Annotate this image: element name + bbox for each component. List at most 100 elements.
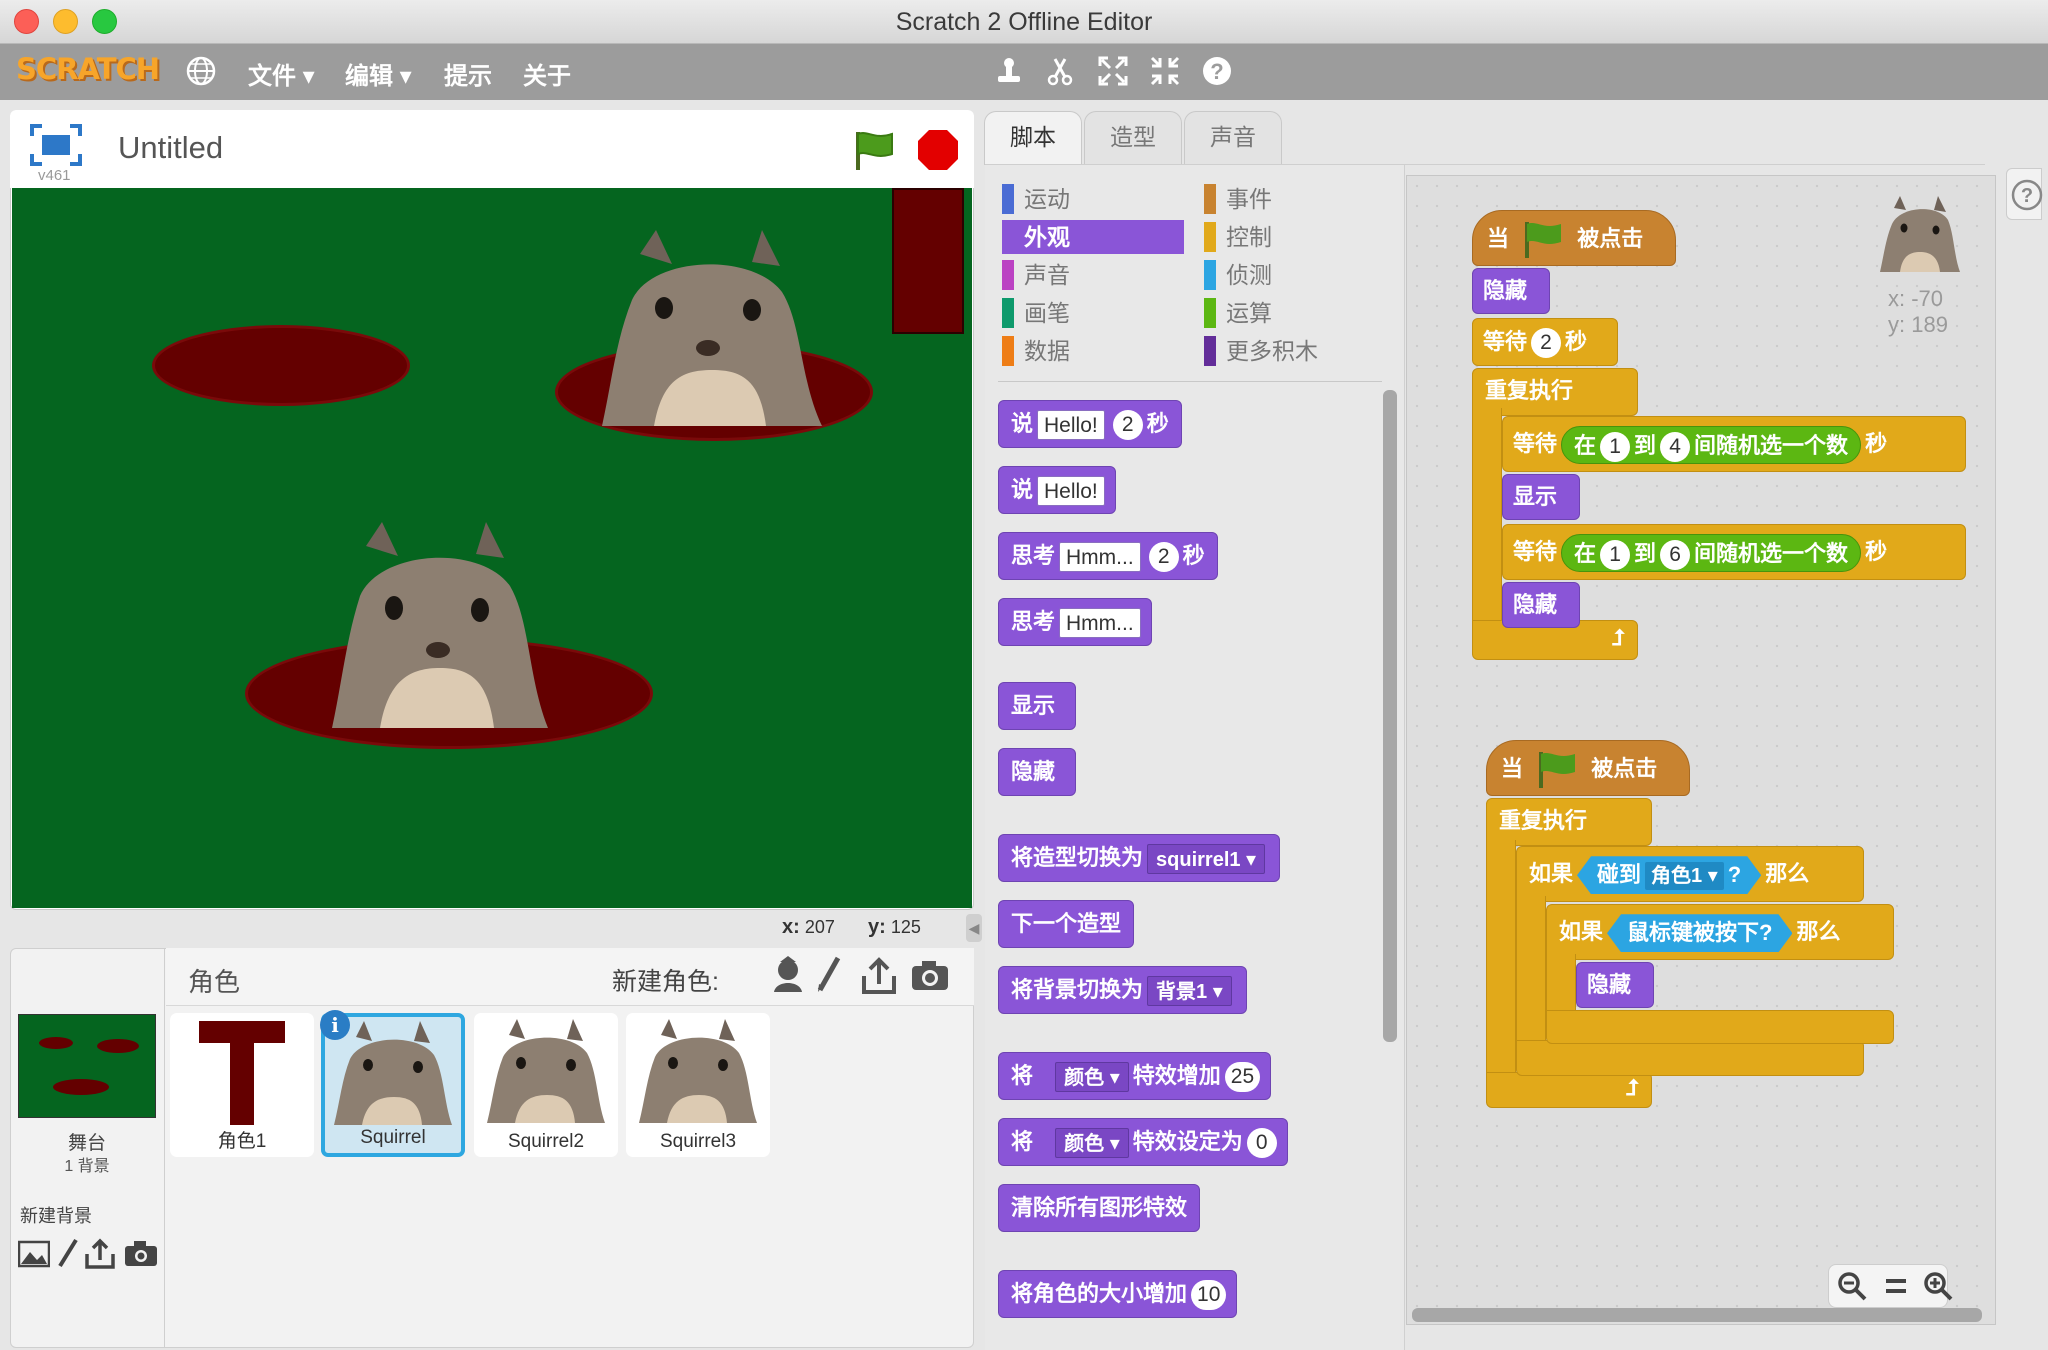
number-input[interactable]: 2: [1148, 542, 1179, 573]
hat-when-flag-clicked[interactable]: 当 被点击: [1486, 740, 1690, 796]
squirrel-sprite[interactable]: [602, 230, 822, 426]
script-horizontal-scrollbar[interactable]: [1412, 1308, 1982, 1322]
tab-costumes[interactable]: 造型: [1084, 111, 1182, 165]
green-flag-icon[interactable]: [852, 128, 896, 172]
block-change-effect[interactable]: 将 颜色 ▾ 特效增加 25: [998, 1052, 1272, 1100]
touching-sensor[interactable]: 碰到 角色1 ▾?: [1577, 856, 1761, 894]
block-show[interactable]: 显示: [1502, 474, 1580, 520]
category-pen[interactable]: 画笔: [1002, 296, 1182, 330]
duplicate-stamp-icon[interactable]: [992, 54, 1026, 88]
text-input[interactable]: Hello!: [1037, 476, 1105, 507]
upload-sprite-icon[interactable]: [860, 956, 898, 996]
shrink-icon[interactable]: [1148, 54, 1182, 88]
number-input[interactable]: 2: [1531, 328, 1562, 359]
menu-about[interactable]: 关于: [523, 56, 571, 91]
text-input[interactable]: Hmm...: [1059, 608, 1141, 639]
block-if-mouse-down[interactable]: 如果 鼠标键被按下? 那么: [1546, 904, 1894, 960]
menu-edit[interactable]: 编辑 ▾: [345, 56, 412, 91]
paint-backdrop-icon[interactable]: [56, 1238, 80, 1270]
category-events[interactable]: 事件: [1204, 182, 1384, 216]
squirrel2-sprite[interactable]: [332, 522, 548, 728]
presentation-mode-icon[interactable]: [30, 124, 82, 166]
help-question-icon[interactable]: ?: [2006, 168, 2043, 220]
block-if-touching[interactable]: 如果 碰到 角色1 ▾? 那么: [1516, 846, 1864, 902]
block-hide[interactable]: 隐藏: [1576, 962, 1654, 1008]
block-say[interactable]: 说 Hello!: [998, 466, 1116, 514]
backdrop-dropdown[interactable]: 背景1 ▾: [1147, 976, 1232, 1007]
stage-canvas[interactable]: [12, 188, 972, 908]
category-operators[interactable]: 运算: [1204, 296, 1384, 330]
category-more-blocks[interactable]: 更多积木: [1204, 334, 1384, 368]
globe-icon[interactable]: [184, 54, 218, 88]
number-input[interactable]: 1: [1600, 540, 1631, 571]
sprite-tile[interactable]: Squirrel2: [474, 1013, 618, 1157]
sprite-bar[interactable]: [892, 188, 964, 334]
category-looks[interactable]: 外观: [1002, 220, 1184, 254]
block-switch-costume[interactable]: 将造型切换为 squirrel1 ▾: [998, 834, 1281, 882]
number-input[interactable]: 10: [1191, 1280, 1227, 1311]
block-wait-random[interactable]: 等待在 1 到 4 间随机选一个数秒: [1502, 416, 1966, 472]
cut-scissors-icon[interactable]: [1043, 54, 1077, 88]
block-think[interactable]: 思考 Hmm...: [998, 598, 1152, 646]
number-input[interactable]: 6: [1660, 540, 1691, 571]
zoom-reset-icon[interactable]: [1880, 1270, 1912, 1302]
category-control[interactable]: 控制: [1204, 220, 1384, 254]
pick-random-reporter[interactable]: 在 1 到 6 间随机选一个数: [1561, 534, 1862, 573]
effect-dropdown[interactable]: 颜色 ▾: [1055, 1062, 1129, 1093]
sprite-tile[interactable]: Squirrel3: [626, 1013, 770, 1157]
number-input[interactable]: 0: [1246, 1128, 1277, 1159]
block-wait[interactable]: 等待 2 秒: [1472, 318, 1618, 366]
paint-sprite-icon[interactable]: [814, 956, 844, 996]
tab-scripts[interactable]: 脚本: [984, 111, 1082, 165]
text-input[interactable]: Hello!: [1037, 410, 1105, 441]
category-motion[interactable]: 运动: [1002, 182, 1182, 216]
number-input[interactable]: 2: [1112, 410, 1143, 441]
block-clear-effects[interactable]: 清除所有图形特效: [998, 1184, 1201, 1232]
backdrop-library-icon[interactable]: [17, 1240, 51, 1268]
palette-scrollbar[interactable]: [1383, 390, 1397, 1042]
tab-sounds[interactable]: 声音: [1184, 111, 1282, 165]
sprite-tile[interactable]: 角色1: [170, 1013, 314, 1157]
costume-dropdown[interactable]: squirrel1 ▾: [1147, 844, 1266, 875]
block-hide[interactable]: 隐藏: [998, 748, 1076, 796]
grow-icon[interactable]: [1096, 54, 1130, 88]
mouse-down-sensor[interactable]: 鼠标键被按下?: [1607, 914, 1792, 952]
block-wait-random[interactable]: 等待在 1 到 6 间随机选一个数秒: [1502, 524, 1966, 580]
zoom-in-icon[interactable]: [1922, 1270, 1954, 1302]
sprite-info-icon[interactable]: i: [320, 1010, 350, 1040]
text-input[interactable]: Hmm...: [1059, 542, 1141, 573]
block-forever[interactable]: 重复执行: [1486, 798, 1652, 846]
hat-when-flag-clicked[interactable]: 当 被点击: [1472, 210, 1676, 266]
block-switch-backdrop[interactable]: 将背景切换为 背景1 ▾: [998, 966, 1247, 1014]
category-sensing[interactable]: 侦测: [1204, 258, 1384, 292]
camera-backdrop-icon[interactable]: [124, 1240, 158, 1268]
project-title[interactable]: Untitled: [118, 130, 223, 166]
scratch-logo[interactable]: SCRATCH: [16, 52, 160, 86]
block-next-costume[interactable]: 下一个造型: [998, 900, 1135, 948]
menu-file[interactable]: 文件 ▾: [248, 56, 315, 91]
number-input[interactable]: 25: [1224, 1062, 1261, 1093]
help-icon[interactable]: ?: [1200, 54, 1234, 88]
pick-random-reporter[interactable]: 在 1 到 4 间随机选一个数: [1561, 426, 1862, 465]
category-data[interactable]: 数据: [1002, 334, 1182, 368]
block-think-for-secs[interactable]: 思考 Hmm... 2 秒: [998, 532, 1218, 580]
collapse-stage-arrow-icon[interactable]: ◀: [966, 914, 982, 942]
upload-backdrop-icon[interactable]: [84, 1238, 116, 1270]
stop-icon[interactable]: [916, 128, 960, 172]
block-hide[interactable]: 隐藏: [1472, 268, 1550, 314]
number-input[interactable]: 1: [1600, 432, 1631, 463]
block-hide[interactable]: 隐藏: [1502, 582, 1580, 628]
category-sound[interactable]: 声音: [1002, 258, 1182, 292]
sprite-library-icon[interactable]: [770, 956, 806, 996]
number-input[interactable]: 4: [1660, 432, 1691, 463]
block-set-effect[interactable]: 将 颜色 ▾ 特效设定为 0: [998, 1118, 1288, 1166]
zoom-out-icon[interactable]: [1836, 1270, 1868, 1302]
block-change-size[interactable]: 将角色的大小增加 10: [998, 1270, 1238, 1318]
block-say-for-secs[interactable]: 说 Hello! 2 秒: [998, 400, 1182, 448]
stage-thumbnail[interactable]: [18, 1014, 156, 1118]
camera-sprite-icon[interactable]: [910, 958, 950, 994]
effect-dropdown[interactable]: 颜色 ▾: [1055, 1128, 1129, 1159]
block-show[interactable]: 显示: [998, 682, 1076, 730]
menu-tips[interactable]: 提示: [444, 56, 492, 91]
touching-dropdown[interactable]: 角色1 ▾: [1645, 862, 1724, 890]
